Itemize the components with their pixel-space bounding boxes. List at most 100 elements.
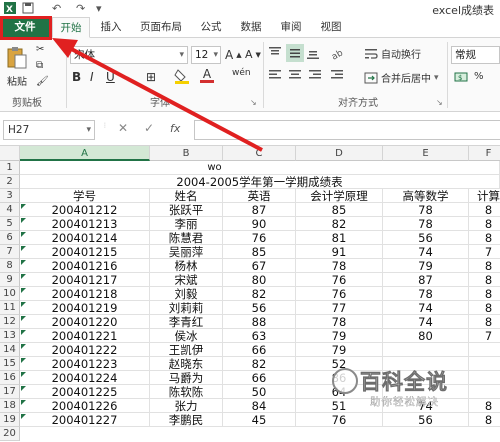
data-cell[interactable]: 8 bbox=[469, 259, 500, 273]
data-cell[interactable]: 200401217 bbox=[20, 273, 150, 287]
data-cell[interactable]: 刘毅 bbox=[150, 287, 223, 301]
format-painter-icon[interactable]: 🖌 bbox=[36, 76, 49, 87]
row-header[interactable]: 10 bbox=[0, 287, 20, 301]
accounting-format-icon[interactable]: $ bbox=[454, 70, 470, 84]
row-header[interactable]: 20 bbox=[0, 427, 20, 441]
column-header-b[interactable]: B bbox=[150, 146, 223, 161]
cell-row1[interactable]: wo bbox=[20, 161, 500, 175]
data-cell[interactable]: 85 bbox=[223, 245, 296, 259]
data-cell[interactable]: 李青红 bbox=[150, 315, 223, 329]
alignment-dialog-launcher-icon[interactable]: ↘ bbox=[436, 98, 443, 107]
data-cell[interactable]: 刘莉莉 bbox=[150, 301, 223, 315]
row-header[interactable]: 6 bbox=[0, 231, 20, 245]
data-cell[interactable]: 8 bbox=[469, 273, 500, 287]
grow-font-icon[interactable]: A ▲ bbox=[225, 48, 242, 62]
data-cell[interactable]: 84 bbox=[223, 399, 296, 413]
data-cell[interactable]: 80 bbox=[383, 329, 469, 343]
data-cell[interactable]: 74 bbox=[383, 301, 469, 315]
data-cell[interactable]: 陈慧君 bbox=[150, 231, 223, 245]
data-cell[interactable]: 76 bbox=[223, 231, 296, 245]
data-cell[interactable]: 200401226 bbox=[20, 399, 150, 413]
font-name-select[interactable]: 宋体 ▾ bbox=[70, 46, 188, 64]
data-cell[interactable]: 78 bbox=[383, 203, 469, 217]
data-cell[interactable]: 王凯伊 bbox=[150, 343, 223, 357]
data-cell[interactable]: 56 bbox=[383, 413, 469, 427]
data-cell[interactable]: 78 bbox=[383, 217, 469, 231]
data-cell[interactable] bbox=[469, 385, 500, 399]
data-cell[interactable]: 56 bbox=[223, 301, 296, 315]
data-cell[interactable]: 78 bbox=[296, 315, 383, 329]
data-cell[interactable]: 马爵为 bbox=[150, 371, 223, 385]
row-header[interactable]: 17 bbox=[0, 385, 20, 399]
data-cell[interactable]: 87 bbox=[383, 273, 469, 287]
data-cell[interactable]: 66 bbox=[223, 371, 296, 385]
data-cell[interactable]: 76 bbox=[296, 413, 383, 427]
data-cell[interactable]: 79 bbox=[296, 329, 383, 343]
data-cell[interactable]: 8 bbox=[469, 399, 500, 413]
data-cell[interactable]: 赵晓东 bbox=[150, 357, 223, 371]
data-cell[interactable]: 李丽 bbox=[150, 217, 223, 231]
bold-button[interactable]: B bbox=[72, 70, 81, 84]
tab-review[interactable]: 审阅 bbox=[273, 17, 309, 38]
data-cell[interactable]: 200401220 bbox=[20, 315, 150, 329]
data-cell[interactable]: 张力 bbox=[150, 399, 223, 413]
save-icon[interactable] bbox=[22, 2, 34, 17]
tab-insert[interactable]: 插入 bbox=[93, 17, 129, 38]
row-header[interactable]: 4 bbox=[0, 203, 20, 217]
row-header[interactable]: 15 bbox=[0, 357, 20, 371]
row-header[interactable]: 14 bbox=[0, 343, 20, 357]
data-cell[interactable]: 74 bbox=[383, 315, 469, 329]
data-cell[interactable]: 200401227 bbox=[20, 413, 150, 427]
data-cell[interactable]: 8 bbox=[469, 301, 500, 315]
data-cell[interactable]: 82 bbox=[296, 217, 383, 231]
data-cell[interactable]: 张跃平 bbox=[150, 203, 223, 217]
data-cell[interactable] bbox=[469, 357, 500, 371]
copy-icon[interactable]: ⧉ bbox=[36, 60, 43, 71]
align-right-icon[interactable] bbox=[308, 68, 322, 82]
underline-button[interactable]: U bbox=[106, 70, 115, 84]
column-header-a[interactable]: A bbox=[20, 146, 150, 161]
borders-icon[interactable]: ⊞ bbox=[146, 70, 156, 84]
data-cell[interactable]: 200401218 bbox=[20, 287, 150, 301]
data-cell[interactable]: 吴丽萍 bbox=[150, 245, 223, 259]
fill-color-button[interactable] bbox=[174, 68, 190, 84]
row-header[interactable]: 7 bbox=[0, 245, 20, 259]
data-cell[interactable]: 85 bbox=[296, 203, 383, 217]
font-dialog-launcher-icon[interactable]: ↘ bbox=[250, 98, 257, 107]
enter-icon[interactable]: ✓ bbox=[144, 121, 154, 135]
header-cell[interactable]: 会计学原理 bbox=[296, 189, 383, 203]
data-cell[interactable] bbox=[383, 343, 469, 357]
customize-toolbar-icon[interactable]: ▾ bbox=[96, 2, 102, 15]
data-cell[interactable]: 8 bbox=[469, 231, 500, 245]
data-cell[interactable]: 79 bbox=[296, 343, 383, 357]
data-cell[interactable]: 宋斌 bbox=[150, 273, 223, 287]
data-cell[interactable]: 74 bbox=[383, 245, 469, 259]
data-cell[interactable]: 200401215 bbox=[20, 245, 150, 259]
wrap-text-button[interactable]: 自动换行 bbox=[364, 46, 421, 61]
data-cell[interactable]: 200401223 bbox=[20, 357, 150, 371]
row-header[interactable]: 3 bbox=[0, 189, 20, 203]
data-cell[interactable]: 80 bbox=[223, 273, 296, 287]
data-cell[interactable] bbox=[469, 371, 500, 385]
name-box[interactable]: H27 ▾ bbox=[3, 120, 95, 140]
data-cell[interactable]: 8 bbox=[469, 315, 500, 329]
data-cell[interactable]: 79 bbox=[383, 259, 469, 273]
data-cell[interactable]: 88 bbox=[223, 315, 296, 329]
data-cell[interactable]: 200401214 bbox=[20, 231, 150, 245]
italic-button[interactable]: I bbox=[90, 70, 94, 84]
align-middle-icon[interactable] bbox=[286, 44, 304, 62]
cut-icon[interactable]: ✂ bbox=[36, 44, 44, 55]
percent-format-icon[interactable]: % bbox=[474, 71, 484, 82]
tab-formulas[interactable]: 公式 bbox=[193, 17, 229, 38]
header-cell[interactable]: 学号 bbox=[20, 189, 150, 203]
data-cell[interactable]: 200401221 bbox=[20, 329, 150, 343]
row-header[interactable]: 19 bbox=[0, 413, 20, 427]
data-cell[interactable]: 7 bbox=[469, 245, 500, 259]
tab-home[interactable]: 开始 bbox=[52, 17, 90, 38]
row-header[interactable]: 1 bbox=[0, 161, 20, 175]
data-cell[interactable] bbox=[469, 343, 500, 357]
data-cell[interactable]: 78 bbox=[296, 259, 383, 273]
data-cell[interactable]: 陈软陈 bbox=[150, 385, 223, 399]
data-cell[interactable]: 8 bbox=[469, 217, 500, 231]
header-cell[interactable]: 英语 bbox=[223, 189, 296, 203]
